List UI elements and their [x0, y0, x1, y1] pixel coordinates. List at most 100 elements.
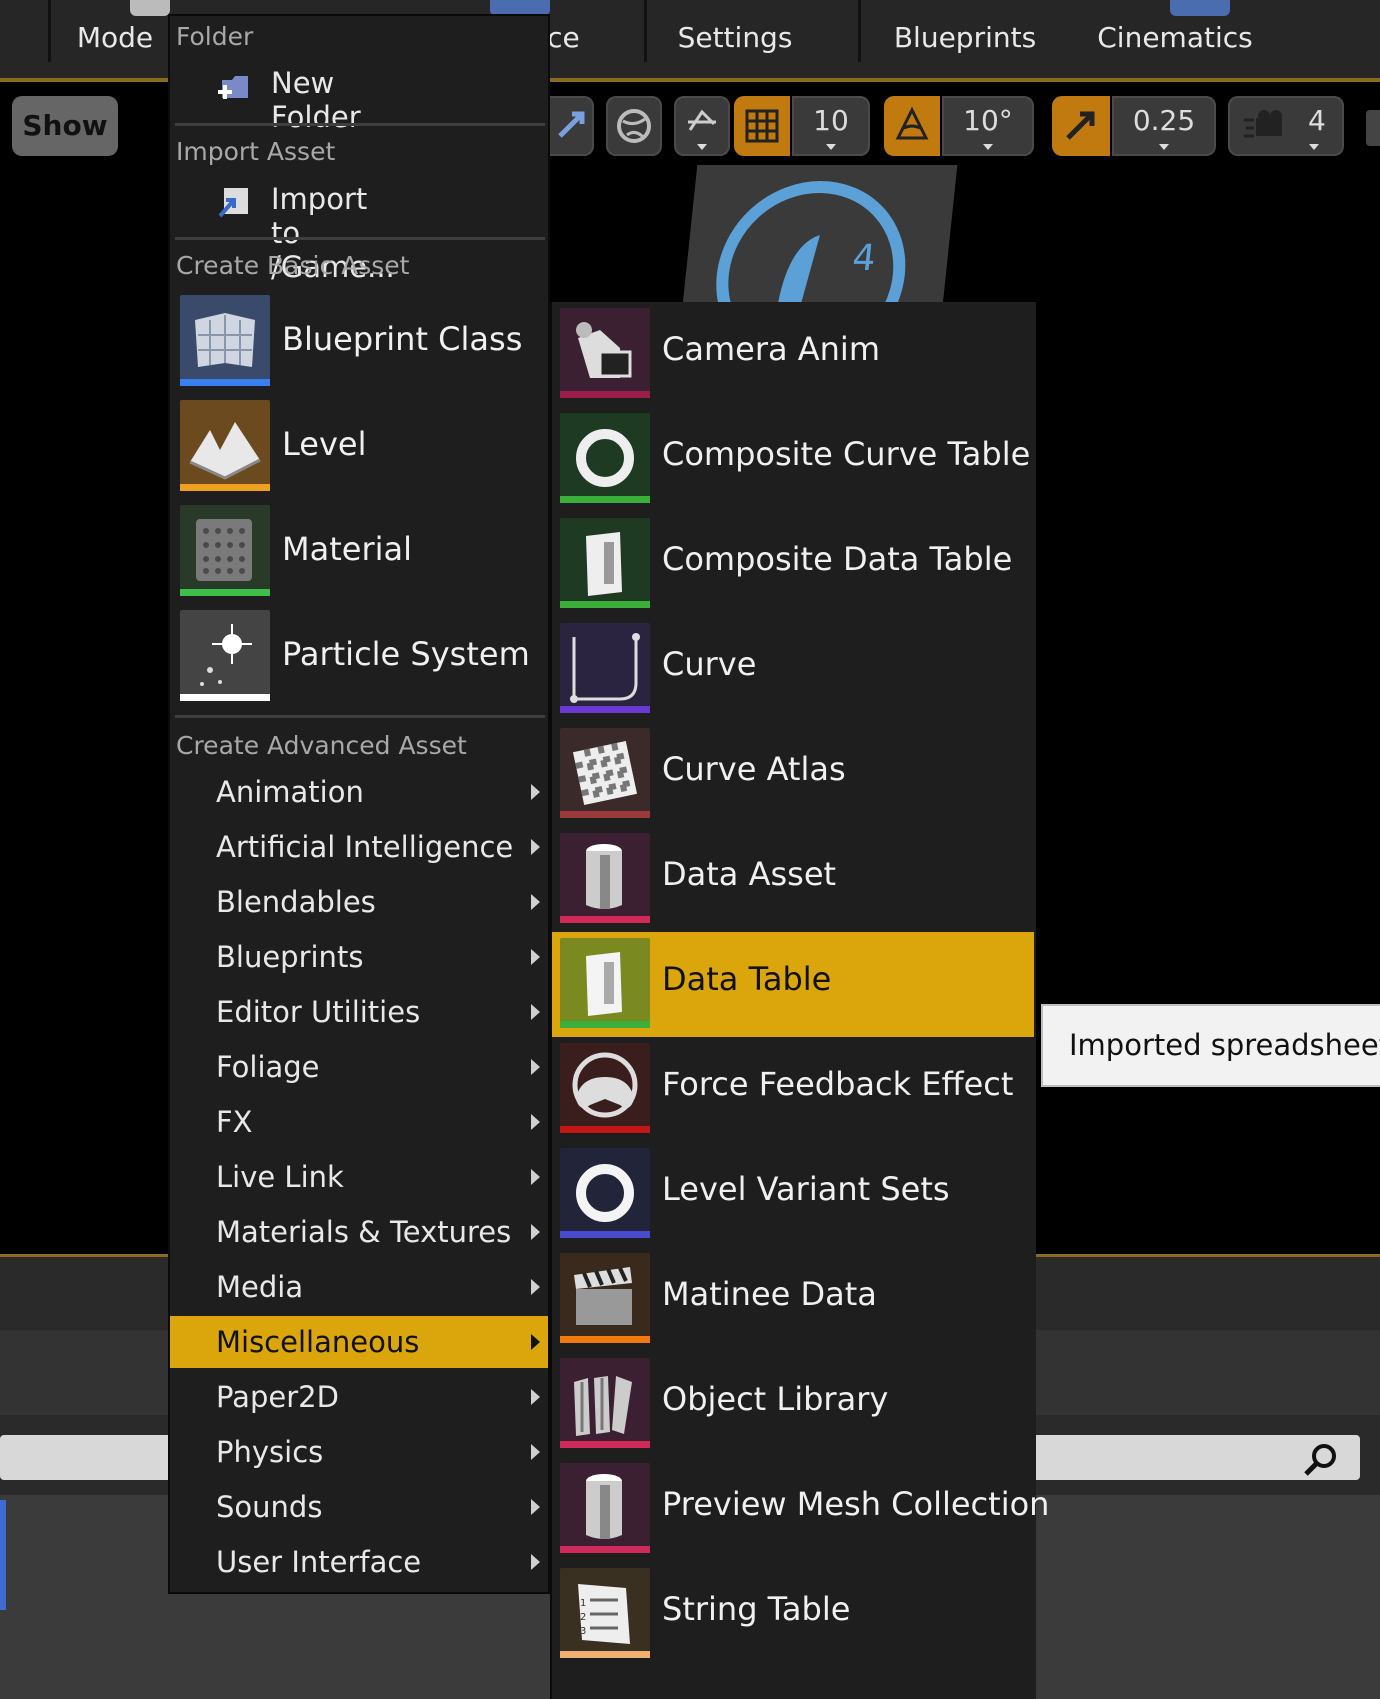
- chevron-right-icon: [531, 1444, 540, 1460]
- viewport-options-button[interactable]: [1366, 110, 1380, 146]
- search-icon[interactable]: [1302, 1442, 1342, 1478]
- submenu-item-curve[interactable]: Curve: [552, 617, 1034, 722]
- submenu-item-label: Data Asset: [662, 855, 837, 893]
- category-label: Sounds: [216, 1490, 323, 1524]
- submenu-item-label: Composite Data Table: [662, 540, 1013, 578]
- toolbar-separator: [858, 0, 861, 62]
- menu-divider: [175, 123, 545, 126]
- grid-icon: [745, 109, 779, 143]
- rotation-snap-toggle[interactable]: [884, 96, 940, 156]
- chevron-right-icon: [531, 1114, 540, 1130]
- category-paper2d[interactable]: Paper2D: [170, 1371, 548, 1423]
- selection-highlight: [0, 1500, 6, 1610]
- category-blendables[interactable]: Blendables: [170, 876, 548, 928]
- submenu-item-camera-anim[interactable]: Camera Anim: [552, 302, 1034, 407]
- submenu-item-label: Camera Anim: [662, 330, 880, 368]
- cinematics-label: Cinematics: [1097, 21, 1253, 54]
- surface-snap-button[interactable]: [674, 96, 730, 156]
- asset-color-bar: [560, 391, 650, 398]
- category-materials-textures[interactable]: Materials & Textures: [170, 1206, 548, 1258]
- category-label: Animation: [216, 775, 364, 809]
- submenu-item-force-feedback-effect[interactable]: Force Feedback Effect: [552, 1037, 1034, 1142]
- toolbar-separator: [644, 0, 647, 62]
- category-live-link[interactable]: Live Link: [170, 1151, 548, 1203]
- svg-text:2: 2: [580, 1612, 586, 1623]
- submenu-item-level-variant-sets[interactable]: Level Variant Sets: [552, 1142, 1034, 1247]
- submenu-item-data-asset[interactable]: Data Asset: [552, 827, 1034, 932]
- category-editor-utilities[interactable]: Editor Utilities: [170, 986, 548, 1038]
- submenu-item-data-table[interactable]: Data Table: [552, 932, 1034, 1037]
- category-fx[interactable]: FX: [170, 1096, 548, 1148]
- asset-color-bar: [560, 601, 650, 608]
- chevron-right-icon: [531, 894, 540, 910]
- import-icon: [218, 188, 248, 218]
- blueprints-button[interactable]: Blueprints: [880, 0, 1050, 62]
- camera-speed-dropdown[interactable]: 4: [1228, 96, 1344, 156]
- category-physics[interactable]: Physics: [170, 1426, 548, 1478]
- category-miscellaneous[interactable]: Miscellaneous: [170, 1316, 548, 1368]
- preview-mesh-collection-icon: [560, 1463, 650, 1553]
- category-artificial-intelligence[interactable]: Artificial Intelligence: [170, 821, 548, 873]
- level-item[interactable]: Level: [176, 397, 546, 499]
- material-item[interactable]: Material: [176, 502, 546, 604]
- category-user-interface[interactable]: User Interface: [170, 1536, 548, 1588]
- section-header-import: Import Asset: [176, 137, 336, 166]
- category-label: Media: [216, 1270, 304, 1304]
- rotation-angle-icon: [895, 106, 929, 140]
- show-button[interactable]: Show: [12, 96, 118, 156]
- submenu-item-curve-atlas[interactable]: Curve Atlas: [552, 722, 1034, 827]
- grid-snap-toggle[interactable]: [734, 96, 790, 156]
- blueprint-class-item[interactable]: Blueprint Class: [176, 292, 546, 394]
- asset-color-bar: [560, 1231, 650, 1238]
- camera-speed-icon: [1244, 110, 1282, 138]
- globe-icon: [617, 109, 651, 143]
- submenu-item-matinee-data[interactable]: Matinee Data: [552, 1247, 1034, 1352]
- submenu-item-label: Matinee Data: [662, 1275, 877, 1313]
- modes-icon: [130, 0, 170, 16]
- svg-text:3: 3: [580, 1626, 586, 1637]
- rotation-snap-value-dropdown[interactable]: 10°: [942, 96, 1034, 156]
- modes-button[interactable]: Mode: [60, 0, 170, 62]
- scale-snap-toggle[interactable]: [1052, 96, 1110, 156]
- category-foliage[interactable]: Foliage: [170, 1041, 548, 1093]
- menu-divider: [175, 237, 545, 240]
- scale-snap-value: 0.25: [1132, 104, 1196, 137]
- chevron-right-icon: [531, 949, 540, 965]
- category-blueprints[interactable]: Blueprints: [170, 931, 548, 983]
- asset-color-bar: [560, 1126, 650, 1133]
- submenu-item-label: Preview Mesh Collection: [662, 1485, 1050, 1523]
- submenu-item-string-table[interactable]: 1 2 3 String Table: [552, 1562, 1034, 1667]
- chevron-right-icon: [531, 1169, 540, 1185]
- particle-system-item[interactable]: Particle System: [176, 607, 546, 709]
- scale-snap-value-dropdown[interactable]: 0.25: [1112, 96, 1216, 156]
- category-label: Artificial Intelligence: [216, 830, 514, 864]
- composite-curve-table-icon: [560, 413, 650, 503]
- category-label: Live Link: [216, 1160, 344, 1194]
- submenu-item-preview-mesh-collection[interactable]: Preview Mesh Collection: [552, 1457, 1049, 1562]
- object-library-icon: [560, 1358, 650, 1448]
- force-feedback-effect-icon: [560, 1043, 650, 1133]
- cinematics-button[interactable]: Cinematics: [1090, 0, 1260, 62]
- category-media[interactable]: Media: [170, 1261, 548, 1313]
- asset-color-bar: [560, 496, 650, 503]
- submenu-item-composite-curve-table[interactable]: Composite Curve Table: [552, 407, 1034, 512]
- transform-mode-button[interactable]: [548, 96, 594, 156]
- category-animation[interactable]: Animation: [170, 766, 548, 818]
- particle-system-label: Particle System: [282, 635, 530, 673]
- svg-text:1: 1: [580, 1598, 586, 1609]
- composite-data-table-icon: [560, 518, 650, 608]
- world-local-toggle[interactable]: [606, 96, 662, 156]
- settings-button[interactable]: Settings: [660, 0, 810, 62]
- chevron-right-icon: [531, 1334, 540, 1350]
- chevron-down-icon: [1309, 144, 1319, 150]
- submenu-item-object-library[interactable]: Object Library: [552, 1352, 1034, 1457]
- new-folder-icon: [218, 76, 248, 99]
- category-label: Foliage: [216, 1050, 320, 1084]
- svg-text:4: 4: [850, 237, 877, 279]
- grid-snap-value-dropdown[interactable]: 10: [792, 96, 870, 156]
- level-label: Level: [282, 425, 367, 463]
- asset-color-bar: [560, 1441, 650, 1448]
- unreal-logo-billboard: 4: [682, 165, 958, 305]
- category-sounds[interactable]: Sounds: [170, 1481, 548, 1533]
- submenu-item-composite-data-table[interactable]: Composite Data Table: [552, 512, 1034, 617]
